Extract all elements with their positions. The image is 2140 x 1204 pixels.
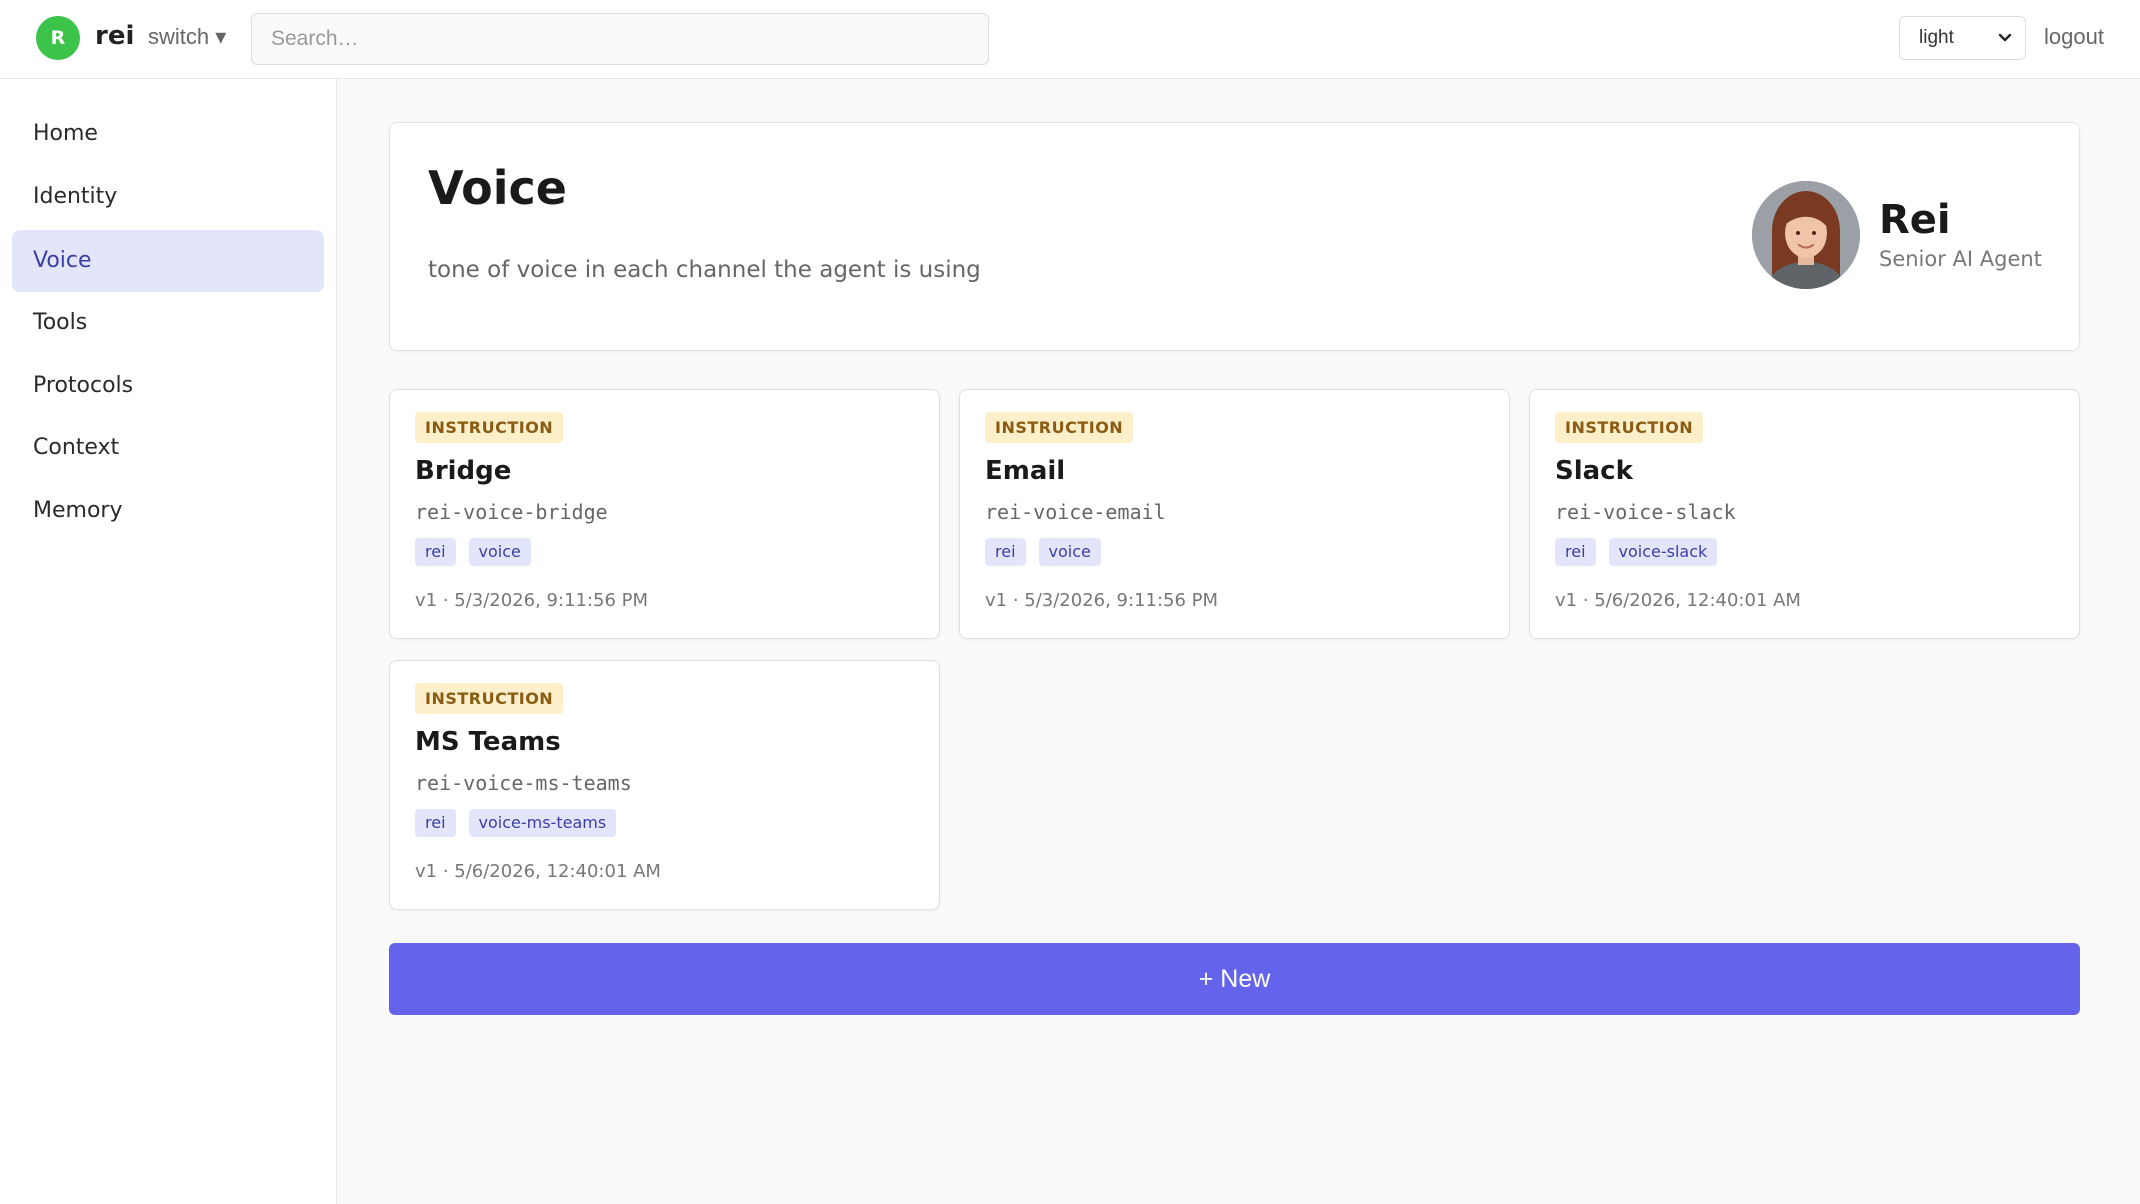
- tag-list: rei voice-slack: [1555, 538, 1718, 566]
- tag: voice: [468, 538, 531, 566]
- type-badge: INSTRUCTION: [415, 412, 564, 443]
- agent-avatar: [1752, 181, 1860, 289]
- workspace-avatar[interactable]: R: [36, 16, 80, 60]
- card-slug: rei-voice-bridge: [415, 500, 608, 524]
- instruction-card-bridge[interactable]: INSTRUCTION Bridge rei-voice-bridge rei …: [389, 389, 940, 639]
- sidebar-item-protocols[interactable]: Protocols: [12, 355, 324, 417]
- workspace-name: rei: [95, 21, 135, 51]
- card-slug: rei-voice-ms-teams: [415, 771, 632, 795]
- theme-select-value: light: [1919, 27, 1954, 48]
- sidebar-item-tools[interactable]: Tools: [12, 292, 324, 354]
- card-title: Email: [985, 456, 1066, 486]
- theme-select[interactable]: light: [1899, 16, 2026, 60]
- tag-list: rei voice: [985, 538, 1101, 566]
- type-badge: INSTRUCTION: [985, 412, 1134, 443]
- card-meta: v1 · 5/3/2026, 9:11:56 PM: [415, 590, 649, 611]
- sidebar-item-context[interactable]: Context: [12, 417, 324, 479]
- card-meta: v1 · 5/6/2026, 12:40:01 AM: [1555, 590, 1801, 611]
- card-meta: v1 · 5/3/2026, 9:11:56 PM: [985, 590, 1219, 611]
- tag: voice-ms-teams: [468, 809, 617, 837]
- agent-role: Senior AI Agent: [1879, 247, 2042, 271]
- logout-link[interactable]: logout: [2044, 24, 2104, 50]
- tag-list: rei voice: [415, 538, 531, 566]
- card-title: Bridge: [415, 456, 512, 486]
- tag: rei: [1555, 538, 1596, 566]
- page-subtitle: tone of voice in each channel the agent …: [428, 257, 981, 283]
- tag-list: rei voice-ms-teams: [415, 809, 617, 837]
- instruction-card-ms-teams[interactable]: INSTRUCTION MS Teams rei-voice-ms-teams …: [389, 660, 940, 910]
- agent-name: Rei: [1879, 197, 1951, 243]
- search-input[interactable]: Search…: [251, 13, 989, 65]
- top-bar: R rei switch ▾ Search… light logout: [0, 0, 2140, 79]
- tag: rei: [415, 809, 456, 837]
- card-title: MS Teams: [415, 727, 561, 757]
- sidebar-item-memory[interactable]: Memory: [12, 480, 324, 542]
- type-badge: INSTRUCTION: [1555, 412, 1704, 443]
- sidebar: Home Identity Voice Tools Protocols Cont…: [0, 79, 337, 1204]
- card-slug: rei-voice-slack: [1555, 500, 1736, 524]
- new-instruction-button[interactable]: + New: [389, 943, 2080, 1015]
- card-meta: v1 · 5/6/2026, 12:40:01 AM: [415, 861, 661, 882]
- type-badge: INSTRUCTION: [415, 683, 564, 714]
- switch-workspace-button[interactable]: switch ▾: [148, 24, 226, 50]
- sidebar-item-home[interactable]: Home: [12, 103, 324, 165]
- tag: rei: [985, 538, 1026, 566]
- instruction-card-slack[interactable]: INSTRUCTION Slack rei-voice-slack rei vo…: [1529, 389, 2080, 639]
- tag: voice-slack: [1608, 538, 1718, 566]
- tag: voice: [1038, 538, 1101, 566]
- card-title: Slack: [1555, 456, 1633, 486]
- sidebar-item-voice[interactable]: Voice: [12, 230, 324, 292]
- page-title: Voice: [428, 161, 567, 215]
- chevron-down-icon: [1997, 17, 2013, 76]
- sidebar-item-identity[interactable]: Identity: [12, 166, 324, 228]
- card-slug: rei-voice-email: [985, 500, 1166, 524]
- page-header-card: Voice tone of voice in each channel the …: [389, 122, 2080, 351]
- tag: rei: [415, 538, 456, 566]
- instruction-card-email[interactable]: INSTRUCTION Email rei-voice-email rei vo…: [959, 389, 1510, 639]
